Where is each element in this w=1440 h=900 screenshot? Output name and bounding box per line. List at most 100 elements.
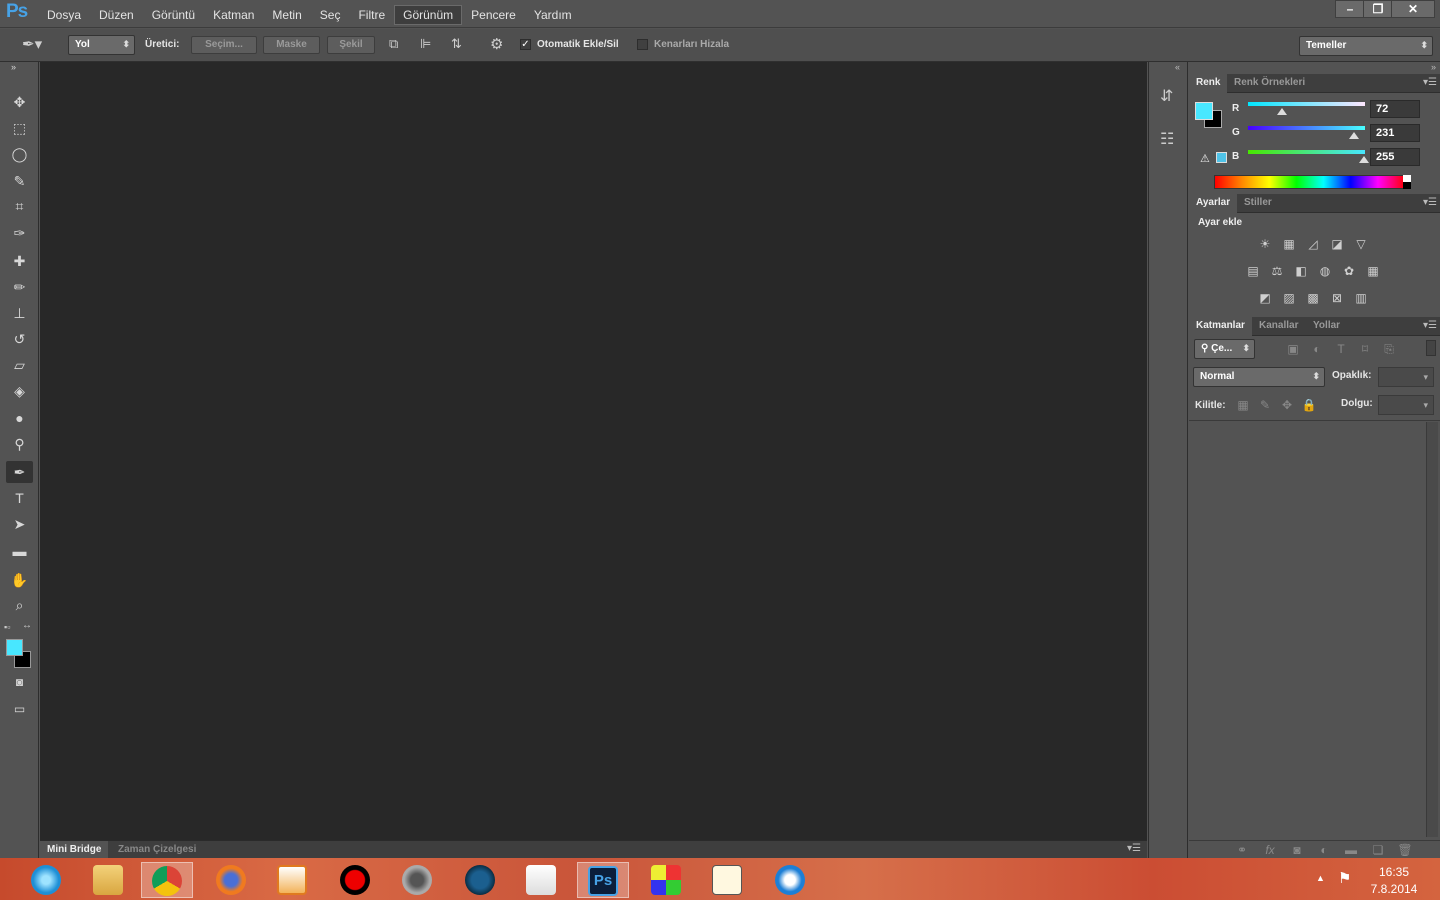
- document-canvas-area[interactable]: [40, 62, 1147, 840]
- gamut-warning-icon[interactable]: ⚠: [1200, 152, 1210, 165]
- layers-list[interactable]: [1189, 420, 1440, 840]
- new-group-icon[interactable]: ▬: [1343, 843, 1359, 857]
- path-operations-icon[interactable]: ⧉: [389, 36, 398, 52]
- tab-paths[interactable]: Yollar: [1306, 317, 1347, 336]
- photo-filter-icon[interactable]: ◍: [1317, 264, 1333, 278]
- tab-color[interactable]: Renk: [1189, 74, 1228, 93]
- eyedropper-tool-icon[interactable]: ✑: [6, 222, 33, 244]
- eraser-tool-icon[interactable]: ▱: [6, 354, 33, 376]
- move-tool-icon[interactable]: ✥: [6, 91, 33, 113]
- delete-layer-icon[interactable]: 🗑: [1397, 843, 1413, 857]
- vibrance-icon[interactable]: ▽: [1353, 237, 1369, 251]
- blur-tool-icon[interactable]: ●: [6, 407, 33, 429]
- lasso-tool-icon[interactable]: ◯: [6, 143, 33, 165]
- blend-mode-select[interactable]: Normal: [1193, 367, 1325, 387]
- channel-r-value[interactable]: 72: [1370, 100, 1420, 118]
- cheat-engine-icon[interactable]: [454, 862, 506, 898]
- properties-panel-icon[interactable]: ☷: [1160, 129, 1174, 149]
- healing-brush-tool-icon[interactable]: ✚: [6, 250, 33, 272]
- close-button[interactable]: ✕: [1391, 0, 1435, 18]
- quick-mask-icon[interactable]: ◙: [6, 671, 33, 693]
- pen-tool-preset-icon[interactable]: ✒▾: [22, 35, 42, 53]
- screen-mode-icon[interactable]: ▭: [6, 698, 33, 720]
- menu-filtre[interactable]: Filtre: [349, 5, 394, 25]
- tab-adjustments[interactable]: Ayarlar: [1189, 194, 1238, 213]
- shape-layer-filter-icon[interactable]: ⌑: [1357, 342, 1373, 356]
- black-white-ramp[interactable]: [1403, 175, 1411, 189]
- menu-dosya[interactable]: Dosya: [38, 5, 90, 25]
- rectangle-tool-icon[interactable]: ▬: [6, 540, 33, 562]
- type-layer-filter-icon[interactable]: T: [1333, 342, 1349, 356]
- gear-icon[interactable]: ⚙: [490, 35, 503, 53]
- selective-color-icon[interactable]: ⊠: [1329, 291, 1345, 305]
- dodge-tool-icon[interactable]: ⚲: [6, 433, 33, 455]
- smart-object-filter-icon[interactable]: ⎘: [1381, 342, 1397, 356]
- crop-tool-icon[interactable]: ⌗: [6, 195, 33, 217]
- posterize-icon[interactable]: ▨: [1281, 291, 1297, 305]
- clone-stamp-tool-icon[interactable]: ⊥: [6, 302, 33, 324]
- tab-timeline[interactable]: Zaman Çizelgesi: [111, 841, 203, 858]
- invert-icon[interactable]: ◩: [1257, 291, 1273, 305]
- tab-channels[interactable]: Kanallar: [1252, 317, 1305, 336]
- collapse-icon[interactable]: »: [0, 62, 27, 72]
- path-arrangement-icon[interactable]: ⇅: [451, 36, 462, 52]
- channel-r-thumb[interactable]: [1277, 108, 1287, 115]
- opacity-field[interactable]: ▾: [1378, 367, 1434, 387]
- add-mask-icon[interactable]: ◙: [1289, 843, 1305, 857]
- workspace-select[interactable]: Temeller: [1299, 36, 1433, 56]
- layer-filter-select[interactable]: ⚲ Çe...: [1194, 339, 1255, 359]
- threshold-icon[interactable]: ▩: [1305, 291, 1321, 305]
- lock-all-icon[interactable]: 🔒: [1301, 398, 1317, 412]
- channel-mixer-icon[interactable]: ✿: [1341, 264, 1357, 278]
- paint-bucket-tool-icon[interactable]: ◈: [6, 380, 33, 402]
- type-tool-icon[interactable]: T: [6, 487, 33, 509]
- path-alignment-icon[interactable]: ⊫: [420, 36, 431, 52]
- history-panel-icon[interactable]: ⇵: [1160, 86, 1173, 106]
- clock-time[interactable]: 16:35: [1372, 865, 1416, 879]
- menu-metin[interactable]: Metin: [263, 5, 310, 25]
- filter-toggle-switch[interactable]: [1426, 340, 1436, 356]
- panel-menu-icon[interactable]: ▾☰: [1127, 843, 1141, 854]
- restore-button[interactable]: ❐: [1363, 0, 1393, 18]
- mask-button[interactable]: Maske: [263, 36, 320, 54]
- channel-g-value[interactable]: 231: [1370, 124, 1420, 142]
- collapse-panels-icon[interactable]: »: [1431, 62, 1436, 72]
- lock-image-icon[interactable]: ✎: [1257, 398, 1273, 412]
- ccleaner-icon[interactable]: [764, 862, 816, 898]
- menu-pencere[interactable]: Pencere: [462, 5, 525, 25]
- lock-position-icon[interactable]: ✥: [1279, 398, 1295, 412]
- gradient-map-icon[interactable]: ▥: [1353, 291, 1369, 305]
- media-player-icon[interactable]: [266, 862, 318, 898]
- channel-r-slider[interactable]: [1248, 102, 1365, 106]
- path-selection-tool-icon[interactable]: ➤: [6, 513, 33, 535]
- new-fill-layer-icon[interactable]: ◐: [1316, 843, 1332, 857]
- menu-gorunum[interactable]: Görünüm: [394, 5, 463, 25]
- expand-dock-icon[interactable]: «: [1175, 62, 1180, 72]
- pixel-layer-filter-icon[interactable]: ▣: [1285, 342, 1301, 356]
- layers-scrollbar[interactable]: [1426, 422, 1438, 837]
- history-brush-tool-icon[interactable]: ↺: [6, 328, 33, 350]
- layers-panel-menu-icon[interactable]: ▾☰: [1423, 320, 1437, 331]
- action-center-flag-icon[interactable]: ⚑: [1338, 869, 1351, 887]
- adjustments-panel-menu-icon[interactable]: ▾☰: [1423, 197, 1437, 208]
- selection-button[interactable]: Seçim...: [191, 36, 257, 54]
- menu-katman[interactable]: Katman: [204, 5, 263, 25]
- chrome-icon[interactable]: [141, 862, 193, 898]
- audio-app-icon[interactable]: [391, 862, 443, 898]
- pen-tool-icon[interactable]: ✒: [6, 461, 33, 483]
- menu-yardim[interactable]: Yardım: [525, 5, 581, 25]
- tab-mini-bridge[interactable]: Mini Bridge: [40, 841, 109, 858]
- shape-button[interactable]: Şekil: [327, 36, 375, 54]
- foreground-color-chip[interactable]: [1195, 102, 1213, 120]
- color-lookup-icon[interactable]: ▦: [1365, 264, 1381, 278]
- tab-swatches[interactable]: Renk Örnekleri: [1227, 74, 1312, 93]
- channel-b-value[interactable]: 255: [1370, 148, 1420, 166]
- hue-saturation-icon[interactable]: ▤: [1245, 264, 1261, 278]
- show-hidden-icons[interactable]: ▲: [1316, 873, 1325, 883]
- quick-selection-tool-icon[interactable]: ✎: [6, 170, 33, 192]
- marquee-tool-icon[interactable]: ⬚: [6, 117, 33, 139]
- menu-goruntu[interactable]: Görüntü: [143, 5, 204, 25]
- color-spectrum-bar[interactable]: [1214, 175, 1406, 189]
- brightness-contrast-icon[interactable]: ☀: [1257, 237, 1273, 251]
- channel-b-thumb[interactable]: [1359, 156, 1369, 163]
